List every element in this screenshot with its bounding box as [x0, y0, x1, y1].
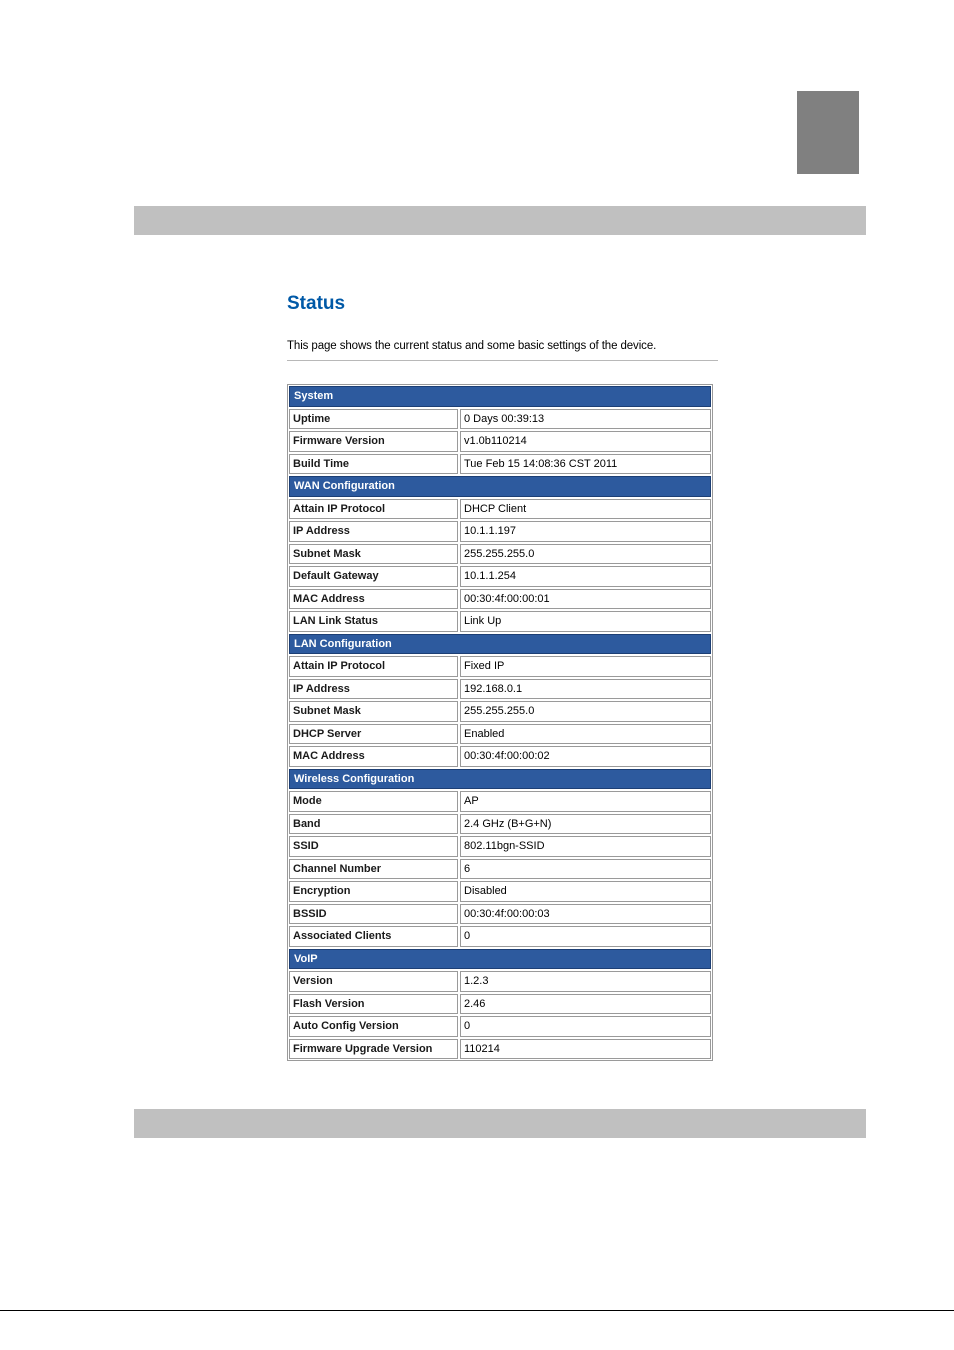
table-row: Mode AP — [289, 791, 711, 812]
page-title: Status — [287, 293, 346, 314]
row-value: 2.46 — [460, 993, 711, 1014]
row-label: IP Address — [289, 521, 458, 542]
section-header-row: WAN Configuration — [289, 476, 711, 497]
table-row: MAC Address 00:30:4f:00:00:02 — [289, 746, 711, 767]
row-label: DHCP Server — [289, 723, 458, 744]
table-row: Channel Number 6 — [289, 858, 711, 879]
section-header-row: LAN Configuration — [289, 633, 711, 654]
row-label: LAN Link Status — [289, 611, 458, 632]
table-row: Subnet Mask 255.255.255.0 — [289, 543, 711, 564]
row-value: DHCP Client — [460, 498, 711, 519]
table-row: MAC Address 00:30:4f:00:00:01 — [289, 588, 711, 609]
row-value: 255.255.255.0 — [460, 543, 711, 564]
table-row: Firmware Version v1.0b110214 — [289, 431, 711, 452]
row-value: 00:30:4f:00:00:02 — [460, 746, 711, 767]
section-header-row: System — [289, 386, 711, 407]
table-row: IP Address 10.1.1.197 — [289, 521, 711, 542]
table-row: BSSID 00:30:4f:00:00:03 — [289, 903, 711, 924]
row-label: Attain IP Protocol — [289, 498, 458, 519]
row-value: 0 Days 00:39:13 — [460, 408, 711, 429]
row-value: Link Up — [460, 611, 711, 632]
table-row: IP Address 192.168.0.1 — [289, 678, 711, 699]
table-row: Associated Clients 0 — [289, 926, 711, 947]
row-label: MAC Address — [289, 588, 458, 609]
row-value: 255.255.255.0 — [460, 701, 711, 722]
row-label: IP Address — [289, 678, 458, 699]
table-row: Firmware Upgrade Version 110214 — [289, 1038, 711, 1059]
row-label: Band — [289, 813, 458, 834]
table-row: SSID 802.11bgn-SSID — [289, 836, 711, 857]
row-value: 110214 — [460, 1038, 711, 1059]
section-header-row: VoIP — [289, 948, 711, 969]
table-row: Attain IP Protocol Fixed IP — [289, 656, 711, 677]
table-row: Band 2.4 GHz (B+G+N) — [289, 813, 711, 834]
table-row: Flash Version 2.46 — [289, 993, 711, 1014]
row-value: 1.2.3 — [460, 971, 711, 992]
row-label: Channel Number — [289, 858, 458, 879]
section-header: Wireless Configuration — [289, 768, 711, 789]
row-value: 2.4 GHz (B+G+N) — [460, 813, 711, 834]
row-value: 10.1.1.197 — [460, 521, 711, 542]
section-header: LAN Configuration — [289, 633, 711, 654]
row-label: Uptime — [289, 408, 458, 429]
status-table: System Uptime 0 Days 00:39:13 Firmware Vers… — [287, 384, 713, 1061]
table-row: LAN Link Status Link Up — [289, 611, 711, 632]
row-label: Associated Clients — [289, 926, 458, 947]
table-row: Uptime 0 Days 00:39:13 — [289, 408, 711, 429]
table-row: Auto Config Version 0 — [289, 1016, 711, 1037]
row-value: Tue Feb 15 14:08:36 CST 2011 — [460, 453, 711, 474]
row-label: Mode — [289, 791, 458, 812]
row-value: 10.1.1.254 — [460, 566, 711, 587]
row-value: Disabled — [460, 881, 711, 902]
table-row: Build Time Tue Feb 15 14:08:36 CST 2011 — [289, 453, 711, 474]
row-label: Encryption — [289, 881, 458, 902]
row-label: Subnet Mask — [289, 701, 458, 722]
row-label: Auto Config Version — [289, 1016, 458, 1037]
row-value: 0 — [460, 926, 711, 947]
row-label: Version — [289, 971, 458, 992]
row-value: Enabled — [460, 723, 711, 744]
row-label: Firmware Version — [289, 431, 458, 452]
section-header-row: Wireless Configuration — [289, 768, 711, 789]
section-header: System — [289, 386, 711, 407]
row-label: Subnet Mask — [289, 543, 458, 564]
section-bar-bottom — [134, 1109, 866, 1138]
table-row: Subnet Mask 255.255.255.0 — [289, 701, 711, 722]
footer-rule — [0, 1310, 954, 1311]
page-description: This page shows the current status and s… — [287, 340, 657, 352]
row-label: MAC Address — [289, 746, 458, 767]
row-value: 00:30:4f:00:00:01 — [460, 588, 711, 609]
table-row: DHCP Server Enabled — [289, 723, 711, 744]
section-header: WAN Configuration — [289, 476, 711, 497]
table-row: Version 1.2.3 — [289, 971, 711, 992]
table-row: Default Gateway 10.1.1.254 — [289, 566, 711, 587]
row-label: Flash Version — [289, 993, 458, 1014]
table-row: Encryption Disabled — [289, 881, 711, 902]
row-value: 0 — [460, 1016, 711, 1037]
row-value: AP — [460, 791, 711, 812]
row-label: SSID — [289, 836, 458, 857]
row-label: Default Gateway — [289, 566, 458, 587]
chapter-tab-marker — [797, 91, 859, 174]
divider — [287, 360, 718, 361]
row-value: v1.0b110214 — [460, 431, 711, 452]
row-value: Fixed IP — [460, 656, 711, 677]
section-header: VoIP — [289, 948, 711, 969]
section-bar-top — [134, 206, 866, 235]
table-row: Attain IP Protocol DHCP Client — [289, 498, 711, 519]
row-label: Attain IP Protocol — [289, 656, 458, 677]
row-value: 6 — [460, 858, 711, 879]
row-value: 802.11bgn-SSID — [460, 836, 711, 857]
row-value: 192.168.0.1 — [460, 678, 711, 699]
row-label: Firmware Upgrade Version — [289, 1038, 458, 1059]
row-label: Build Time — [289, 453, 458, 474]
row-label: BSSID — [289, 903, 458, 924]
row-value: 00:30:4f:00:00:03 — [460, 903, 711, 924]
